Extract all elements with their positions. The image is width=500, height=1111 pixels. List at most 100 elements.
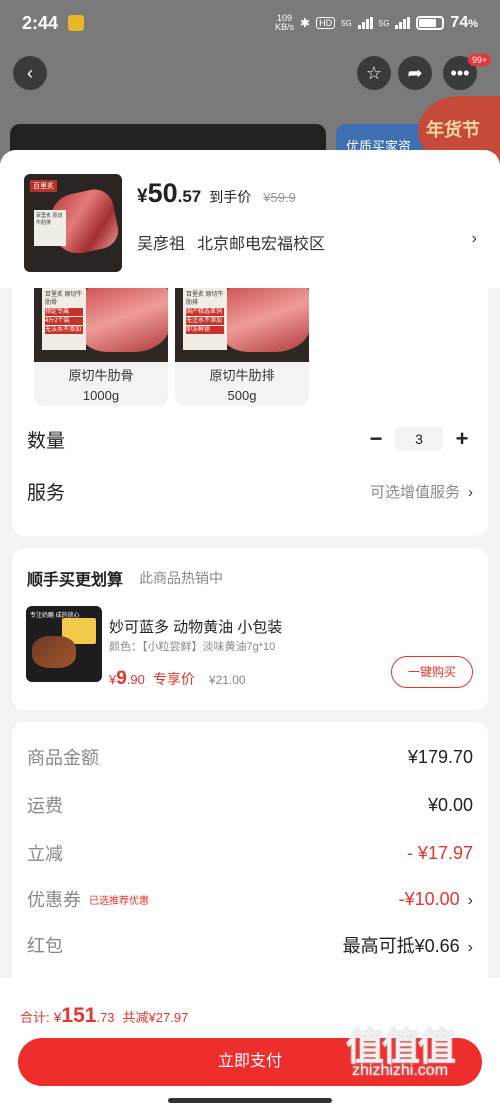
variant-name: 原切牛肋骨 xyxy=(68,368,134,383)
thumb-box-text: 百里炙 原切牛肋排 xyxy=(34,210,66,246)
quantity-stepper: − 3 + xyxy=(365,426,473,452)
service-value: 可选增值服务 › xyxy=(370,481,473,502)
status-indicators: 109 KB/s ✱ HD 5G 5G 74% xyxy=(275,14,478,32)
price-label: 到手价 xyxy=(209,189,252,205)
chevron-right-icon: › xyxy=(467,891,473,909)
battery-icon xyxy=(416,16,445,30)
battery-value: 74 xyxy=(450,14,469,31)
variant-box-hl: 无注水不添加 xyxy=(186,317,224,325)
bottom-bar: 合计: ¥ 151 .73 共减¥27.97 立即支付 值值值 zhizhizh… xyxy=(0,978,500,1111)
watermark-url: zhizhizhi.com xyxy=(352,1062,449,1079)
net-speed: 109 KB/s xyxy=(275,14,294,32)
total-integer: 151 xyxy=(61,1004,97,1027)
quantity-row: 数量 − 3 + xyxy=(27,424,473,454)
variant-name: 原切牛肋排 xyxy=(209,368,275,383)
red-packet-label: 红包 xyxy=(27,936,63,956)
share-button[interactable]: ➦ xyxy=(398,56,432,90)
spec-card: 百里炙 原切牛肋骨 预定专属 4斤2个装 无法水不添加 原切牛肋骨 1000g … xyxy=(12,274,488,536)
service-value-text: 可选增值服务 xyxy=(369,483,460,501)
red-packet-row[interactable]: 红包 最高可抵¥0.66 › xyxy=(27,932,473,958)
back-arrow-icon: ‹ xyxy=(27,62,33,83)
meat-image xyxy=(80,282,168,352)
more-dots-icon: ••• xyxy=(450,62,470,83)
red-packet-value-text: 最高可抵¥0.66 xyxy=(342,936,460,956)
upsell-thumbnail[interactable]: 专注奶酪 成的放心 xyxy=(26,606,102,682)
variant-box-hl: 即冻鲜锁 xyxy=(186,326,224,334)
address-name: 吴彦祖 xyxy=(137,236,186,253)
discount-value: - ¥17.97 xyxy=(406,842,473,863)
variant-box-title-1: 百里炙 原切牛肋骨 xyxy=(45,292,83,306)
variant-option-2[interactable]: 百里炙 原切牛肋排 国产精选草饲 无注水不添加 即冻鲜锁 原切牛肋排 500g xyxy=(175,274,309,406)
plus-icon[interactable]: + xyxy=(451,426,473,452)
total-line: 合计: ¥ 151 .73 共减¥27.97 xyxy=(20,1004,188,1028)
variant-weight: 1000g xyxy=(82,388,120,403)
status-bar: 2:44 109 KB/s ✱ HD 5G 5G 74% xyxy=(0,0,500,46)
star-icon: ☆ xyxy=(365,62,383,83)
goods-amount-row: 商品金额 ¥179.70 xyxy=(27,744,473,770)
variant-option-1[interactable]: 百里炙 原切牛肋骨 预定专属 4斤2个装 无法水不添加 原切牛肋骨 1000g xyxy=(34,274,168,406)
coupon-row[interactable]: 优惠券 已选推荐优惠 -¥10.00 › xyxy=(27,886,473,912)
variant-box-hl: 4斤2个装 xyxy=(45,317,83,325)
minus-icon[interactable]: − xyxy=(365,426,387,452)
variant-box-hl: 预定专属 xyxy=(45,308,83,316)
bluetooth-icon: ✱ xyxy=(300,16,311,30)
chevron-right-icon: › xyxy=(468,483,473,501)
upsell-title: 顺手买更划算 xyxy=(27,572,124,589)
upsell-product-spec: 颜色：【小粒尝鲜】淡味黄油7g*10 xyxy=(109,641,276,653)
upsell-product-name[interactable]: 妙可蓝多 动物黄油 小包装 xyxy=(109,616,282,637)
home-indicator[interactable] xyxy=(168,1098,332,1103)
price-decimal: .57 xyxy=(177,187,202,206)
message-badge: 99+ xyxy=(468,54,492,66)
variant-box-title-2: 百里炙 原切牛肋排 xyxy=(186,292,224,306)
coupon-value-text: -¥10.00 xyxy=(398,888,460,909)
address-selector[interactable]: 吴彦祖 北京邮电宏福校区 › xyxy=(137,230,477,254)
variant-box-2: 百里炙 原切牛肋排 国产精选草饲 无注水不添加 即冻鲜锁 xyxy=(183,288,227,350)
total-currency: ¥ xyxy=(53,1009,62,1025)
upsell-card: 顺手买更划算 此商品热销中 专注奶酪 成的放心 妙可蓝多 动物黄油 小包装 颜色… xyxy=(12,548,488,710)
upsell-currency: ¥ xyxy=(109,672,117,687)
thumb-brand-tag: 百里炙 xyxy=(30,180,57,192)
quantity-input[interactable]: 3 xyxy=(395,427,443,451)
signal-label-2: 5G xyxy=(378,18,390,28)
favorite-button[interactable]: ☆ xyxy=(357,56,391,90)
upsell-price-decimal: .90 xyxy=(126,672,145,687)
variant-box-1: 百里炙 原切牛肋骨 预定专属 4斤2个装 无法水不添加 xyxy=(42,288,86,350)
variant-label-1: 原切牛肋骨 1000g xyxy=(34,366,168,406)
meat-image xyxy=(221,282,309,352)
total-saved: 共减¥27.97 xyxy=(122,1010,189,1025)
red-packet-value: 最高可抵¥0.66 › xyxy=(343,932,473,958)
one-click-buy-button[interactable]: 一键购买 xyxy=(391,656,473,688)
coupon-label: 优惠券 xyxy=(27,890,81,910)
service-label: 服务 xyxy=(27,482,66,504)
coupon-value: -¥10.00 › xyxy=(399,889,473,910)
back-button[interactable]: ‹ xyxy=(13,56,47,90)
battery-percent: 74% xyxy=(450,14,478,32)
net-speed-unit: KB/s xyxy=(275,22,295,32)
upsell-original-price: ¥21.00 xyxy=(208,673,246,687)
battery-unit: % xyxy=(468,18,478,30)
service-row[interactable]: 服务 可选增值服务 › xyxy=(27,476,473,506)
upsell-price-row: ¥ 9 .90 专享价 ¥21.00 xyxy=(109,668,246,690)
shipping-label: 运费 xyxy=(27,796,63,816)
original-price: ¥59.9 xyxy=(263,190,296,205)
discount-label: 立减 xyxy=(27,844,63,864)
shipping-value: ¥0.00 xyxy=(427,794,473,815)
share-icon: ➦ xyxy=(407,62,423,83)
nav-bar: ‹ ☆ ➦ ••• 99+ xyxy=(0,52,500,96)
status-time: 2:44 xyxy=(22,12,59,33)
variant-weight: 500g xyxy=(227,388,257,403)
coupon-tag: 已选推荐优惠 xyxy=(89,895,149,907)
address-place: 北京邮电宏福校区 xyxy=(197,236,326,253)
discount-row: 立减 - ¥17.97 xyxy=(27,840,473,866)
total-label: 合计: xyxy=(20,1010,50,1025)
price-currency: ¥ xyxy=(137,186,148,207)
quantity-label: 数量 xyxy=(27,430,66,452)
goods-amount-value: ¥179.70 xyxy=(407,746,473,767)
variant-box-hl: 国产精选草饲 xyxy=(186,308,224,316)
upsell-price-integer: 9 xyxy=(116,668,127,689)
variant-box-hl: 无法水不添加 xyxy=(45,326,83,334)
upsell-subtitle: 此商品热销中 xyxy=(139,570,223,586)
hd-icon: HD xyxy=(316,17,336,29)
chevron-right-icon: › xyxy=(467,939,473,956)
product-thumbnail: 百里炙 百里炙 原切牛肋排 xyxy=(24,174,122,272)
